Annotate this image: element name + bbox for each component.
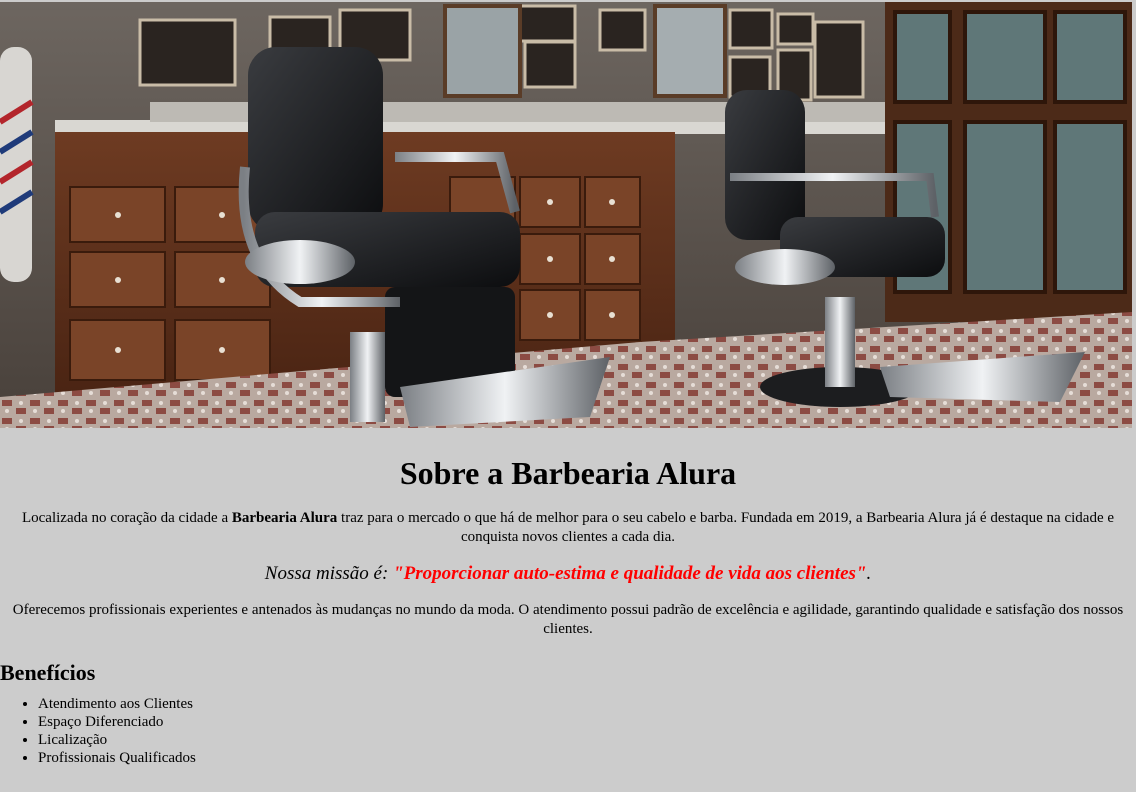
- intro-paragraph: Localizada no coração da cidade a Barbea…: [0, 509, 1136, 547]
- benefit-item: Atendimento aos Clientes: [38, 695, 1136, 713]
- benefits-title: Benefícios: [0, 660, 96, 686]
- section-title: Sobre a Barbearia Alura: [399, 455, 737, 491]
- intro-brand: Barbearia Alura: [231, 510, 338, 527]
- benefit-item: Licalização: [38, 731, 1136, 749]
- benefit-item: Espaço Diferenciado: [38, 713, 1136, 731]
- mission-statement: Nossa missão é: "Proporcionar auto-estim…: [0, 563, 1136, 585]
- banner-image: [0, 2, 1132, 428]
- mission-label: Nossa missão é:: [264, 563, 394, 585]
- mission-end: .: [866, 563, 872, 585]
- intro-suffix: traz para o mercado o que há de melhor p…: [337, 510, 1115, 546]
- mission-text: "Proporcionar auto-estima e qualidade de…: [393, 563, 867, 585]
- services-paragraph: Oferecemos profissionais experientes e a…: [12, 602, 1124, 638]
- intro-prefix: Localizada no coração da cidade a: [21, 510, 232, 527]
- benefits-list: Atendimento aos Clientes Espaço Diferenc…: [0, 695, 1136, 767]
- benefit-item: Profissionais Qualificados: [38, 749, 1136, 767]
